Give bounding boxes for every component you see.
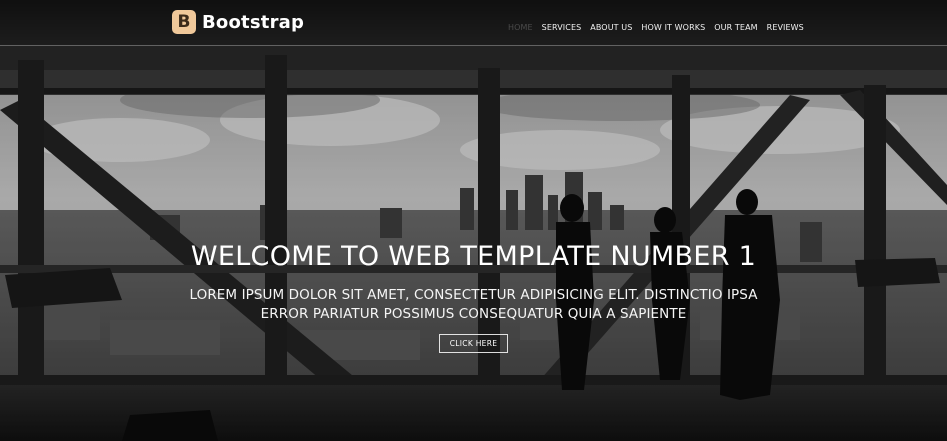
nav-item-our-team: OUR TEAM [714,17,757,35]
hero-section: WELCOME TO WEB TEMPLATE NUMBER 1 LOREM I… [0,238,947,353]
nav-item-reviews: REVIEWS [767,17,804,35]
hero-title: WELCOME TO WEB TEMPLATE NUMBER 1 [190,241,757,272]
nav-item-home: HOME [508,17,533,35]
nav-link-home[interactable]: HOME [508,23,533,32]
brand-name: Bootstrap [202,11,305,33]
navbar: B Bootstrap HOME SERVICES ABOUT US HOW I… [0,0,947,46]
nav-link-our-team[interactable]: OUR TEAM [714,23,757,32]
hero-subtitle: LOREM IPSUM DOLOR SIT AMET, CONSECTETUR … [189,287,758,322]
nav-link-about-us[interactable]: ABOUT US [590,23,632,32]
click-here-button[interactable]: CLICK HERE [438,334,509,353]
nav-item-about-us: ABOUT US [590,17,632,35]
nav-menu: HOME SERVICES ABOUT US HOW IT WORKS OUR … [508,17,813,35]
nav-item-services: SERVICES [542,17,582,35]
nav-link-how-it-works[interactable]: HOW IT WORKS [641,23,705,32]
brand-logo-link[interactable]: B Bootstrap [172,10,304,34]
nav-item-how-it-works: HOW IT WORKS [641,17,705,35]
nav-link-services[interactable]: SERVICES [542,23,582,32]
bootstrap-logo-icon: B [172,10,196,34]
nav-link-reviews[interactable]: REVIEWS [767,23,804,32]
page: B Bootstrap HOME SERVICES ABOUT US HOW I… [0,0,947,441]
hero-overlay [0,0,947,441]
